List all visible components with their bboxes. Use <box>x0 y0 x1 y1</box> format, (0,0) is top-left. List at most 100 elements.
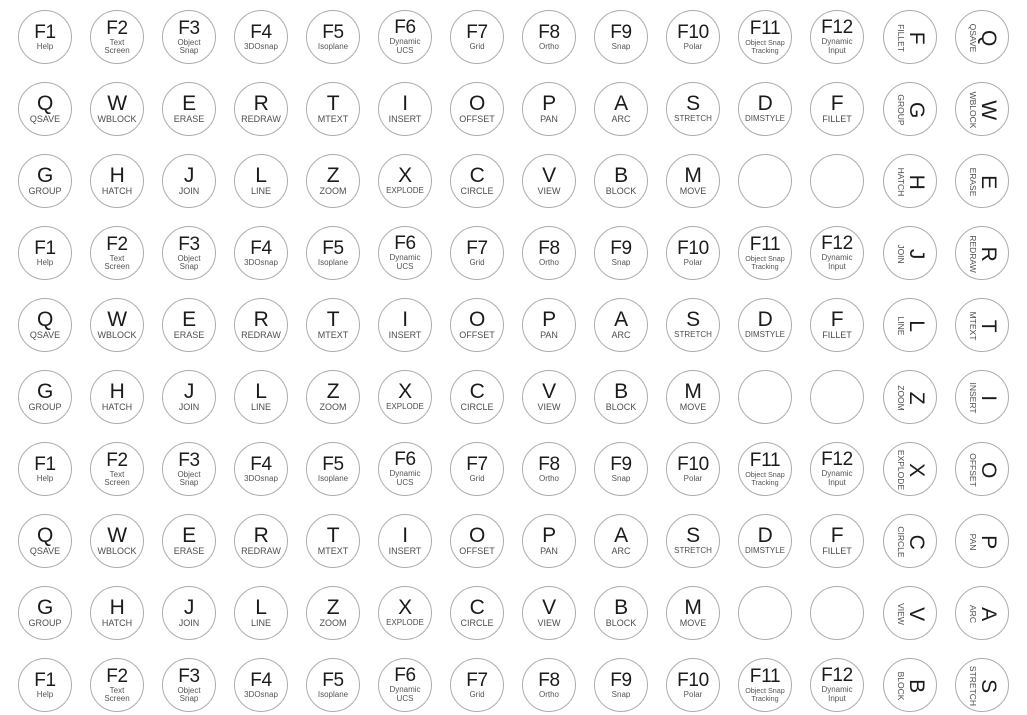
key-sticker-blank[interactable] <box>810 370 864 424</box>
key-sticker-s[interactable]: S STRETCH <box>955 658 1009 712</box>
key-sticker-f5[interactable]: F5 Isoplane <box>306 226 360 280</box>
key-sticker-z[interactable]: Z ZOOM <box>306 154 360 208</box>
key-sticker-c[interactable]: C CIRCLE <box>450 154 504 208</box>
key-sticker-f12[interactable]: F12 Dynamic Input <box>810 442 864 496</box>
key-sticker-x[interactable]: X EXPLODE <box>378 154 432 208</box>
key-sticker-e[interactable]: E ERASE <box>162 82 216 136</box>
key-sticker-c[interactable]: C CIRCLE <box>883 514 937 568</box>
key-sticker-f5[interactable]: F5 Isoplane <box>306 442 360 496</box>
key-sticker-f6[interactable]: F6 Dynamic UCS <box>378 226 432 280</box>
key-sticker-e[interactable]: E ERASE <box>162 514 216 568</box>
key-sticker-o[interactable]: O OFFSET <box>450 298 504 352</box>
key-sticker-f5[interactable]: F5 Isoplane <box>306 658 360 712</box>
key-sticker-a[interactable]: A ARC <box>594 514 648 568</box>
key-sticker-b[interactable]: B BLOCK <box>883 658 937 712</box>
key-sticker-q[interactable]: Q QSAVE <box>18 298 72 352</box>
key-sticker-t[interactable]: T MTEXT <box>306 514 360 568</box>
key-sticker-f1[interactable]: F1 Help <box>18 658 72 712</box>
key-sticker-e[interactable]: E ERASE <box>955 154 1009 208</box>
key-sticker-f12[interactable]: F12 Dynamic Input <box>810 226 864 280</box>
key-sticker-x[interactable]: X EXPLODE <box>883 442 937 496</box>
key-sticker-o[interactable]: O OFFSET <box>450 514 504 568</box>
key-sticker-j[interactable]: J JOIN <box>883 226 937 280</box>
key-sticker-j[interactable]: J JOIN <box>162 154 216 208</box>
key-sticker-w[interactable]: W WBLOCK <box>90 298 144 352</box>
key-sticker-g[interactable]: G GROUP <box>18 586 72 640</box>
key-sticker-f11[interactable]: F11 Object Snap Tracking <box>738 658 792 712</box>
key-sticker-f4[interactable]: F4 3DOsnap <box>234 442 288 496</box>
key-sticker-f4[interactable]: F4 3DOsnap <box>234 226 288 280</box>
key-sticker-w[interactable]: W WBLOCK <box>90 82 144 136</box>
key-sticker-e[interactable]: E ERASE <box>162 298 216 352</box>
key-sticker-x[interactable]: X EXPLODE <box>378 586 432 640</box>
key-sticker-f2[interactable]: F2 Text Screen <box>90 10 144 64</box>
key-sticker-i[interactable]: I INSERT <box>378 514 432 568</box>
key-sticker-blank[interactable] <box>738 586 792 640</box>
key-sticker-f8[interactable]: F8 Ortho <box>522 658 576 712</box>
key-sticker-v[interactable]: V VIEW <box>883 586 937 640</box>
key-sticker-f7[interactable]: F7 Grid <box>450 442 504 496</box>
key-sticker-w[interactable]: W WBLOCK <box>90 514 144 568</box>
key-sticker-f[interactable]: F FILLET <box>883 10 937 64</box>
key-sticker-i[interactable]: I INSERT <box>378 298 432 352</box>
key-sticker-f2[interactable]: F2 Text Screen <box>90 226 144 280</box>
key-sticker-g[interactable]: G GROUP <box>18 154 72 208</box>
key-sticker-f9[interactable]: F9 Snap <box>594 10 648 64</box>
key-sticker-a[interactable]: A ARC <box>955 586 1009 640</box>
key-sticker-z[interactable]: Z ZOOM <box>306 586 360 640</box>
key-sticker-r[interactable]: R REDRAW <box>234 298 288 352</box>
key-sticker-f11[interactable]: F11 Object Snap Tracking <box>738 226 792 280</box>
key-sticker-blank[interactable] <box>810 586 864 640</box>
key-sticker-r[interactable]: R REDRAW <box>955 226 1009 280</box>
key-sticker-z[interactable]: Z ZOOM <box>306 370 360 424</box>
key-sticker-d[interactable]: D DIMSTYLE <box>738 82 792 136</box>
key-sticker-o[interactable]: O OFFSET <box>955 442 1009 496</box>
key-sticker-v[interactable]: V VIEW <box>522 154 576 208</box>
key-sticker-f6[interactable]: F6 Dynamic UCS <box>378 658 432 712</box>
key-sticker-s[interactable]: S STRETCH <box>666 82 720 136</box>
key-sticker-f7[interactable]: F7 Grid <box>450 226 504 280</box>
key-sticker-f2[interactable]: F2 Text Screen <box>90 442 144 496</box>
key-sticker-r[interactable]: R REDRAW <box>234 82 288 136</box>
key-sticker-blank[interactable] <box>810 154 864 208</box>
key-sticker-f11[interactable]: F11 Object Snap Tracking <box>738 10 792 64</box>
key-sticker-h[interactable]: H HATCH <box>883 154 937 208</box>
key-sticker-t[interactable]: T MTEXT <box>306 82 360 136</box>
key-sticker-p[interactable]: P PAN <box>522 82 576 136</box>
key-sticker-p[interactable]: P PAN <box>522 298 576 352</box>
key-sticker-f12[interactable]: F12 Dynamic Input <box>810 658 864 712</box>
key-sticker-f1[interactable]: F1 Help <box>18 226 72 280</box>
key-sticker-m[interactable]: M MOVE <box>666 370 720 424</box>
key-sticker-p[interactable]: P PAN <box>955 514 1009 568</box>
key-sticker-f1[interactable]: F1 Help <box>18 442 72 496</box>
key-sticker-f3[interactable]: F3 Object Snap <box>162 226 216 280</box>
key-sticker-x[interactable]: X EXPLODE <box>378 370 432 424</box>
key-sticker-blank[interactable] <box>738 370 792 424</box>
key-sticker-w[interactable]: W WBLOCK <box>955 82 1009 136</box>
key-sticker-f7[interactable]: F7 Grid <box>450 658 504 712</box>
key-sticker-f3[interactable]: F3 Object Snap <box>162 658 216 712</box>
key-sticker-i[interactable]: I INSERT <box>378 82 432 136</box>
key-sticker-z[interactable]: Z ZOOM <box>883 370 937 424</box>
key-sticker-c[interactable]: C CIRCLE <box>450 370 504 424</box>
key-sticker-g[interactable]: G GROUP <box>883 82 937 136</box>
key-sticker-q[interactable]: Q QSAVE <box>18 82 72 136</box>
key-sticker-a[interactable]: A ARC <box>594 298 648 352</box>
key-sticker-i[interactable]: I INSERT <box>955 370 1009 424</box>
key-sticker-f9[interactable]: F9 Snap <box>594 442 648 496</box>
key-sticker-f[interactable]: F FILLET <box>810 82 864 136</box>
key-sticker-f8[interactable]: F8 Ortho <box>522 442 576 496</box>
key-sticker-f8[interactable]: F8 Ortho <box>522 226 576 280</box>
key-sticker-h[interactable]: H HATCH <box>90 154 144 208</box>
key-sticker-l[interactable]: L LINE <box>234 370 288 424</box>
key-sticker-f7[interactable]: F7 Grid <box>450 10 504 64</box>
key-sticker-f8[interactable]: F8 Ortho <box>522 10 576 64</box>
key-sticker-f9[interactable]: F9 Snap <box>594 226 648 280</box>
key-sticker-q[interactable]: Q QSAVE <box>18 514 72 568</box>
key-sticker-f3[interactable]: F3 Object Snap <box>162 10 216 64</box>
key-sticker-l[interactable]: L LINE <box>234 154 288 208</box>
key-sticker-b[interactable]: B BLOCK <box>594 370 648 424</box>
key-sticker-h[interactable]: H HATCH <box>90 370 144 424</box>
key-sticker-v[interactable]: V VIEW <box>522 586 576 640</box>
key-sticker-c[interactable]: C CIRCLE <box>450 586 504 640</box>
